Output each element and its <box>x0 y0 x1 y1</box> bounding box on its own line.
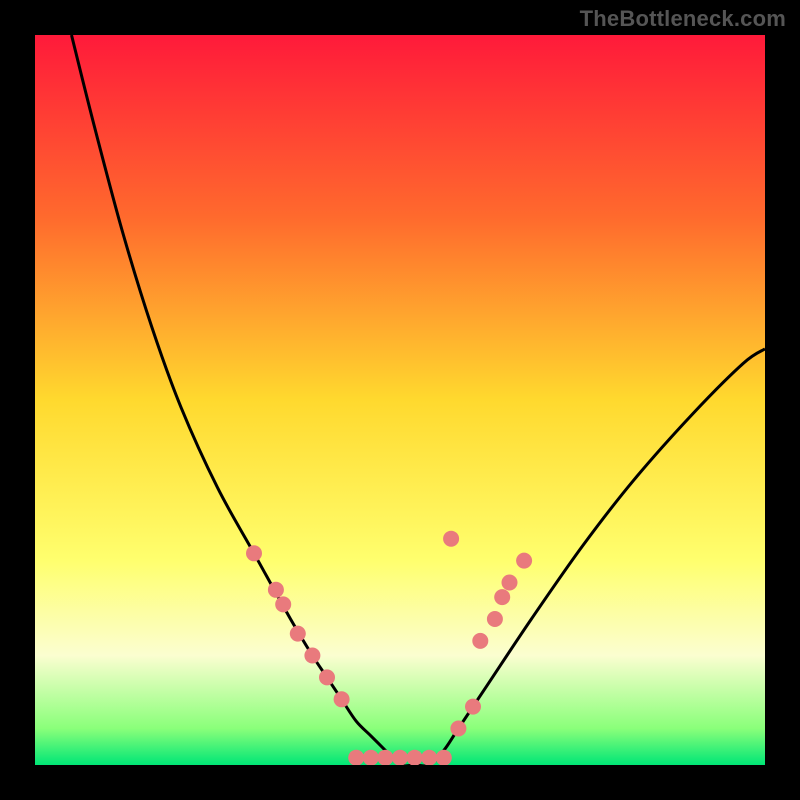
marker-point <box>246 545 262 561</box>
marker-point <box>275 596 291 612</box>
marker-point <box>334 691 350 707</box>
marker-point <box>421 750 437 765</box>
marker-point <box>487 611 503 627</box>
marker-point <box>443 531 459 547</box>
marker-point <box>319 669 335 685</box>
marker-point <box>363 750 379 765</box>
plot-svg <box>35 35 765 765</box>
marker-point <box>494 589 510 605</box>
marker-point <box>348 750 364 765</box>
marker-point <box>407 750 423 765</box>
marker-point <box>377 750 393 765</box>
marker-point <box>450 721 466 737</box>
watermark-text: TheBottleneck.com <box>580 6 786 32</box>
marker-point <box>516 553 532 569</box>
marker-point <box>502 575 518 591</box>
marker-point <box>304 648 320 664</box>
marker-point <box>465 699 481 715</box>
marker-point <box>392 750 408 765</box>
marker-point <box>472 633 488 649</box>
marker-point <box>290 626 306 642</box>
marker-point <box>436 750 452 765</box>
marker-point <box>268 582 284 598</box>
gradient-background <box>35 35 765 765</box>
chart-container: TheBottleneck.com <box>0 0 800 800</box>
plot-area <box>35 35 765 765</box>
